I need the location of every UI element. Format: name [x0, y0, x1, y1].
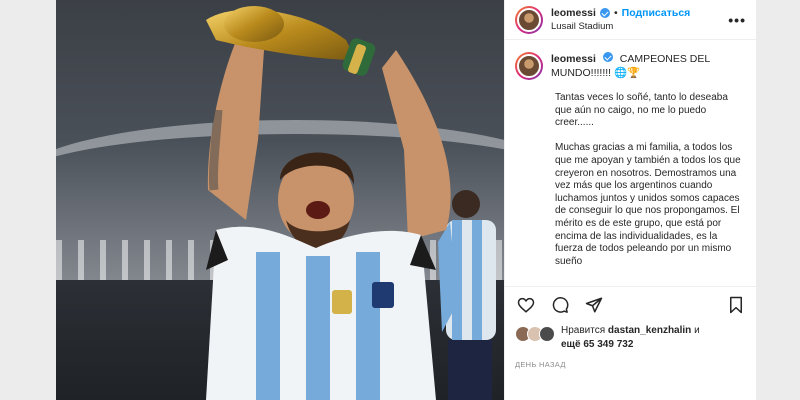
post-caption: leomessi CAMPEONES DEL MUNDO!!!!!!! 🌐🏆 T… [505, 40, 757, 286]
likes-user-link[interactable]: dastan_kenzhalin [608, 325, 691, 336]
more-options-icon[interactable]: ••• [728, 12, 746, 28]
caption-author-username[interactable]: leomessi [551, 53, 596, 65]
caption-paragraph: Tantas veces lo soñé, tanto lo deseaba q… [555, 92, 728, 129]
caption-paragraph: Muchas gracias a mi familia, a todos los… [555, 142, 741, 267]
post-actions-bar [505, 286, 757, 322]
separator-dot: • [613, 6, 618, 19]
post-location[interactable]: Lusail Stadium [551, 20, 728, 33]
follow-button[interactable]: Подписаться [622, 7, 691, 20]
likes-prefix: Нравится [561, 325, 606, 336]
post-side-panel: leomessi • Подписаться Lusail Stadium ••… [504, 0, 757, 400]
likes-text: Нравится dastan_kenzhalin и ещё 65 349 7… [561, 324, 700, 352]
likes-summary: Нравится dastan_kenzhalin и ещё 65 349 7… [515, 324, 751, 352]
liker-avatars[interactable] [515, 324, 559, 342]
comment-icon [552, 296, 569, 313]
caption-author-avatar[interactable] [515, 52, 543, 80]
like-button[interactable] [515, 294, 537, 316]
comment-button[interactable] [549, 294, 571, 316]
likes-count-link[interactable]: ещё 65 349 732 [561, 339, 633, 350]
likes-suffix: и [694, 325, 700, 336]
author-avatar[interactable] [515, 5, 543, 34]
world-cup-trophy [206, 6, 376, 76]
heart-icon [517, 297, 535, 313]
caption-body: Tantas veces lo soñé, tanto lo deseaba q… [555, 92, 747, 268]
post-photo[interactable] [56, 0, 504, 400]
bookmark-icon [730, 296, 742, 313]
liker-avatar [539, 326, 555, 342]
post-header: leomessi • Подписаться Lusail Stadium ••… [505, 0, 756, 40]
verified-badge-icon [602, 52, 613, 62]
author-username[interactable]: leomessi [551, 7, 596, 20]
save-button[interactable] [725, 294, 747, 316]
page-background-left [0, 0, 56, 400]
post-date[interactable]: ДЕНЬ НАЗАД [515, 360, 566, 369]
share-icon [585, 297, 603, 312]
page-background-right [756, 0, 800, 400]
verified-badge-icon [599, 8, 610, 18]
share-button[interactable] [583, 294, 605, 316]
